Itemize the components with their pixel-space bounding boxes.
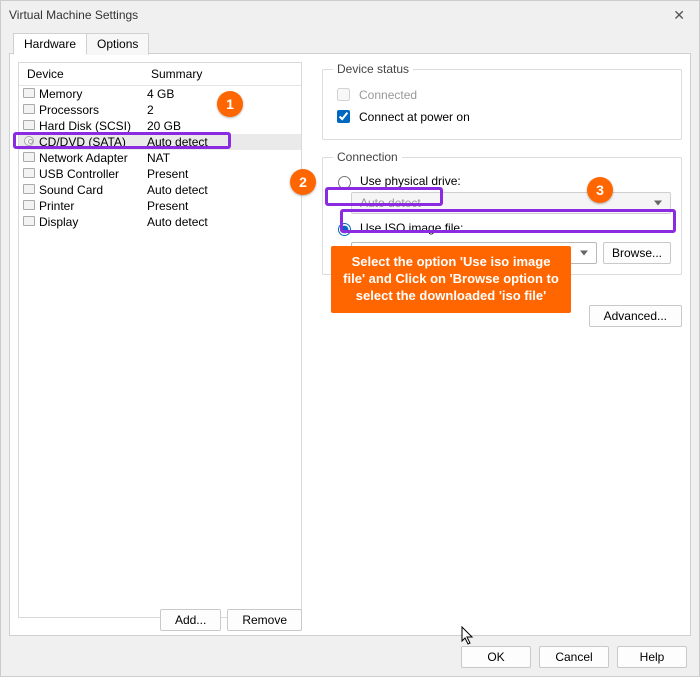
cancel-button[interactable]: Cancel — [539, 646, 609, 668]
hardware-panel: Device Summary Memory4 GBProcessors2Hard… — [9, 53, 691, 636]
connected-label: Connected — [359, 88, 417, 102]
use-physical-drive-label: Use physical drive: — [360, 174, 461, 188]
device-detail-pane: Device status Connected Connect at power… — [310, 54, 690, 635]
vm-settings-window: Virtual Machine Settings ✕ Hardware Opti… — [0, 0, 700, 677]
titlebar: Virtual Machine Settings ✕ — [1, 1, 699, 29]
connect-power-on-row[interactable]: Connect at power on — [333, 107, 671, 126]
device-status-legend: Device status — [333, 62, 413, 76]
device-row-usb-controller[interactable]: USB ControllerPresent — [19, 166, 301, 182]
device-row-memory[interactable]: Memory4 GB — [19, 86, 301, 102]
tab-hardware[interactable]: Hardware — [13, 33, 87, 55]
device-row-printer[interactable]: PrinterPresent — [19, 198, 301, 214]
callout-3: 3 — [587, 177, 613, 203]
device-name: USB Controller — [39, 167, 143, 181]
physical-drive-combo[interactable]: Auto detect — [351, 192, 671, 214]
add-button[interactable]: Add... — [160, 609, 221, 631]
sound-icon — [19, 184, 39, 197]
callout-1: 1 — [217, 91, 243, 117]
device-row-processors[interactable]: Processors2 — [19, 102, 301, 118]
tab-options[interactable]: Options — [86, 33, 149, 55]
device-row-sound-card[interactable]: Sound CardAuto detect — [19, 182, 301, 198]
use-physical-drive-radio[interactable] — [338, 176, 351, 189]
dialog-footer: OK Cancel Help — [461, 646, 687, 668]
use-physical-drive-row[interactable]: Use physical drive: — [333, 173, 671, 189]
device-name: Printer — [39, 199, 143, 213]
callout-2: 2 — [290, 169, 316, 195]
device-name: Network Adapter — [39, 151, 143, 165]
help-button[interactable]: Help — [617, 646, 687, 668]
device-summary: 20 GB — [143, 119, 301, 133]
device-summary: Auto detect — [143, 135, 301, 149]
device-table-header: Device Summary — [19, 63, 301, 86]
cpu-icon — [19, 104, 39, 117]
device-name: Display — [39, 215, 143, 229]
tabs: Hardware Options — [13, 33, 148, 55]
device-name: Hard Disk (SCSI) — [39, 119, 143, 133]
device-list-pane: Device Summary Memory4 GBProcessors2Hard… — [10, 54, 310, 635]
browse-button[interactable]: Browse... — [603, 242, 671, 264]
use-iso-label: Use ISO image file: — [360, 221, 463, 235]
use-iso-radio[interactable] — [338, 223, 351, 236]
device-name: Memory — [39, 87, 143, 101]
printer-icon — [19, 200, 39, 213]
device-row-display[interactable]: DisplayAuto detect — [19, 214, 301, 230]
cursor-icon — [461, 626, 475, 646]
device-row-network-adapter[interactable]: Network AdapterNAT — [19, 150, 301, 166]
device-summary: Present — [143, 199, 301, 213]
close-icon[interactable]: ✕ — [667, 1, 691, 29]
ok-button[interactable]: OK — [461, 646, 531, 668]
device-table: Device Summary Memory4 GBProcessors2Hard… — [18, 62, 302, 618]
device-summary: Present — [143, 167, 301, 181]
memory-icon — [19, 88, 39, 101]
connection-legend: Connection — [333, 150, 402, 164]
net-icon — [19, 152, 39, 165]
device-summary: Auto detect — [143, 215, 301, 229]
window-title: Virtual Machine Settings — [9, 1, 138, 29]
device-name: Sound Card — [39, 183, 143, 197]
connect-power-on-label: Connect at power on — [359, 110, 470, 124]
col-summary[interactable]: Summary — [143, 63, 301, 85]
device-summary: Auto detect — [143, 183, 301, 197]
device-row-hard-disk-scsi-[interactable]: Hard Disk (SCSI)20 GB — [19, 118, 301, 134]
device-row-cd-dvd-sata-[interactable]: CD/DVD (SATA)Auto detect — [19, 134, 301, 150]
device-status-group: Device status Connected Connect at power… — [322, 62, 682, 140]
device-summary: NAT — [143, 151, 301, 165]
annotation-tooltip: Select the option 'Use iso image file' a… — [331, 246, 571, 313]
advanced-button[interactable]: Advanced... — [589, 305, 682, 327]
device-name: CD/DVD (SATA) — [39, 135, 143, 149]
remove-button[interactable]: Remove — [227, 609, 302, 631]
display-icon — [19, 216, 39, 229]
usb-icon — [19, 168, 39, 181]
device-name: Processors — [39, 103, 143, 117]
col-device[interactable]: Device — [19, 63, 143, 85]
hdd-icon — [19, 120, 39, 133]
connect-power-on-checkbox[interactable] — [337, 110, 350, 123]
connected-checkbox — [337, 88, 350, 101]
connected-checkbox-row: Connected — [333, 85, 671, 104]
use-iso-row[interactable]: Use ISO image file: — [333, 220, 671, 236]
cd-icon — [19, 136, 39, 149]
